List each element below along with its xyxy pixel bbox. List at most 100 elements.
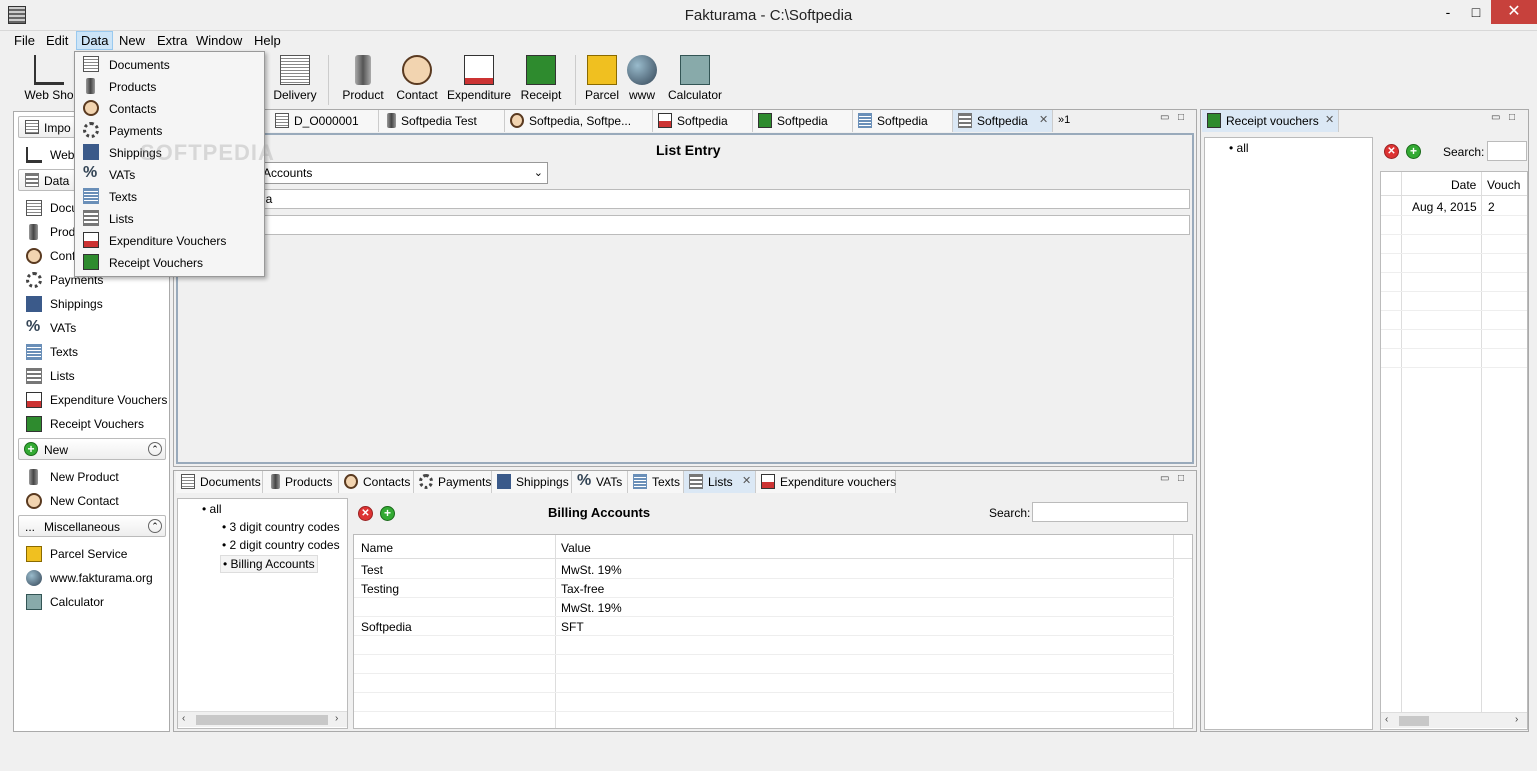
name-field[interactable] — [258, 189, 1190, 209]
add-icon[interactable]: + — [380, 506, 395, 521]
menu-data[interactable]: Data — [76, 31, 114, 50]
tab-expenditure[interactable]: Softpedia — [653, 110, 753, 132]
toolbar-expenditure-button[interactable]: Expenditure — [446, 55, 512, 102]
toolbar-receipt-button[interactable]: Receipt — [516, 55, 566, 102]
data-menu-products[interactable]: Products — [75, 75, 264, 97]
tab-receipt-vouchers[interactable]: Receipt vouchers ✕ — [1202, 110, 1339, 132]
value-field[interactable] — [258, 215, 1190, 235]
data-menu-payments[interactable]: Payments — [75, 119, 264, 141]
toolbar-contact-label: Contact — [396, 88, 438, 102]
menu-extra[interactable]: Extra — [157, 33, 187, 48]
close-tab-icon[interactable]: ✕ — [1325, 113, 1334, 126]
data-menu-lists[interactable]: Lists — [75, 207, 264, 229]
menu-file[interactable]: File — [14, 33, 35, 48]
column-name-header[interactable]: Name — [361, 541, 393, 555]
table-row — [1381, 273, 1527, 292]
toolbar-product-button[interactable]: Product — [338, 55, 388, 102]
data-menu-texts[interactable]: Texts — [75, 185, 264, 207]
data-menu-vats[interactable]: % VATs — [75, 163, 264, 185]
maximize-view-icon[interactable]: □ — [1509, 112, 1515, 123]
search-input[interactable] — [1032, 502, 1188, 522]
scroll-left-icon[interactable]: ‹ — [1385, 714, 1388, 725]
maximize-view-icon[interactable]: □ — [1178, 473, 1184, 484]
tree-node-all[interactable]: • all — [1229, 141, 1249, 155]
tab-lists-view[interactable]: Lists ✕ — [684, 471, 756, 493]
close-tab-icon[interactable]: ✕ — [742, 474, 751, 487]
maximize-button[interactable]: □ — [1462, 0, 1490, 24]
scrollbar-thumb[interactable] — [1399, 716, 1429, 726]
collapse-icon[interactable]: ⌃ — [148, 442, 162, 456]
table-row[interactable]: Aug 4, 2015 2 — [1381, 197, 1527, 216]
tree-node-3-digit-codes[interactable]: • 3 digit country codes — [222, 520, 340, 534]
toolbar-delivery-button[interactable]: Delivery — [270, 55, 320, 102]
minimize-view-icon[interactable]: ▭ — [1160, 473, 1169, 484]
table-row — [1381, 330, 1527, 349]
toolbar-parcel-button[interactable]: Parcel — [580, 55, 624, 102]
tab-products-view[interactable]: Products — [263, 471, 339, 493]
scrollbar-thumb[interactable] — [196, 715, 328, 725]
tree-node-2-digit-codes[interactable]: • 2 digit country codes — [222, 538, 340, 552]
menu-edit[interactable]: Edit — [46, 33, 68, 48]
tab-product[interactable]: Softpedia Test — [379, 110, 505, 132]
close-tab-icon[interactable]: ✕ — [1039, 113, 1048, 126]
calculator-icon — [26, 594, 42, 610]
tab-delivery-document[interactable]: D_O000001 — [270, 110, 379, 132]
column-value-header[interactable]: Value — [561, 541, 591, 555]
tab-text[interactable]: Softpedia — [853, 110, 953, 132]
scroll-right-icon[interactable]: › — [335, 713, 338, 724]
contact-icon — [83, 100, 99, 116]
delete-icon[interactable]: ✕ — [358, 506, 373, 521]
data-menu-contacts[interactable]: Contacts — [75, 97, 264, 119]
toolbar-www-button[interactable]: www — [624, 55, 660, 102]
minimize-button[interactable]: - — [1434, 0, 1462, 24]
toolbar-webshop-button[interactable]: Web Sho — [24, 55, 74, 102]
close-button[interactable]: ✕ — [1491, 0, 1537, 24]
tab-expenditure-vouchers-view[interactable]: Expenditure vouchers — [756, 471, 896, 493]
table-horizontal-scrollbar[interactable]: ‹ › — [1381, 712, 1527, 728]
menu-new[interactable]: New — [119, 33, 145, 48]
watermark: SOFTPEDIA — [140, 140, 275, 165]
tree-node-all[interactable]: • all — [202, 502, 222, 516]
tab-vats-view[interactable]: % VATs — [572, 471, 628, 493]
document-icon — [181, 474, 195, 489]
data-menu-receipt-vouchers[interactable]: Receipt Vouchers — [75, 251, 264, 273]
sidebar-misc-header[interactable]: ... Miscellaneous ⌃ — [18, 515, 166, 537]
tab-list-entry[interactable]: Softpedia ✕ — [953, 110, 1053, 132]
tab-payments-view[interactable]: Payments — [414, 471, 492, 493]
table-row[interactable]: MwSt. 19% — [354, 598, 1174, 617]
category-select[interactable]: Accounts ⌄ — [258, 162, 548, 184]
tab-contacts-view[interactable]: Contacts — [339, 471, 414, 493]
table-row — [1381, 235, 1527, 254]
tab-documents-view[interactable]: Documents — [176, 471, 263, 493]
tab-texts-view[interactable]: Texts — [628, 471, 684, 493]
menu-window[interactable]: Window — [196, 33, 242, 48]
data-menu-documents[interactable]: Documents — [75, 53, 264, 75]
collapse-icon[interactable]: ⌃ — [148, 519, 162, 533]
table-row[interactable]: Testing Tax-free — [354, 579, 1174, 598]
toolbar-contact-button[interactable]: Contact — [392, 55, 442, 102]
table-row[interactable]: Softpedia SFT — [354, 617, 1174, 636]
column-date-header[interactable]: Date — [1451, 178, 1476, 192]
toolbar-calculator-button[interactable]: Calculator — [666, 55, 724, 102]
scroll-right-icon[interactable]: › — [1515, 714, 1518, 725]
tab-overflow[interactable]: »1 — [1058, 114, 1070, 126]
receipt-voucher-icon — [526, 55, 556, 85]
tab-contact[interactable]: Softpedia, Softpe... — [505, 110, 653, 132]
menu-help[interactable]: Help — [254, 33, 281, 48]
column-voucher-header[interactable]: Vouch — [1487, 178, 1520, 192]
delete-icon[interactable]: ✕ — [1384, 144, 1399, 159]
scroll-left-icon[interactable]: ‹ — [182, 713, 185, 724]
minimize-view-icon[interactable]: ▭ — [1160, 112, 1169, 123]
tab-receipt[interactable]: Softpedia — [753, 110, 853, 132]
add-icon[interactable]: + — [1406, 144, 1421, 159]
tree-node-billing-accounts[interactable]: • Billing Accounts — [220, 555, 318, 573]
lists-category-tree: • all • 3 digit country codes • 2 digit … — [177, 498, 348, 729]
tree-horizontal-scrollbar[interactable]: ‹ › — [178, 711, 347, 727]
search-input[interactable] — [1487, 141, 1527, 161]
maximize-view-icon[interactable]: □ — [1178, 112, 1184, 123]
tab-shippings-view[interactable]: Shippings — [492, 471, 572, 493]
data-menu-expenditure-vouchers[interactable]: Expenditure Vouchers — [75, 229, 264, 251]
sidebar-new-header[interactable]: + New ⌃ — [18, 438, 166, 460]
minimize-view-icon[interactable]: ▭ — [1491, 112, 1500, 123]
table-row[interactable]: Test MwSt. 19% — [354, 560, 1174, 579]
